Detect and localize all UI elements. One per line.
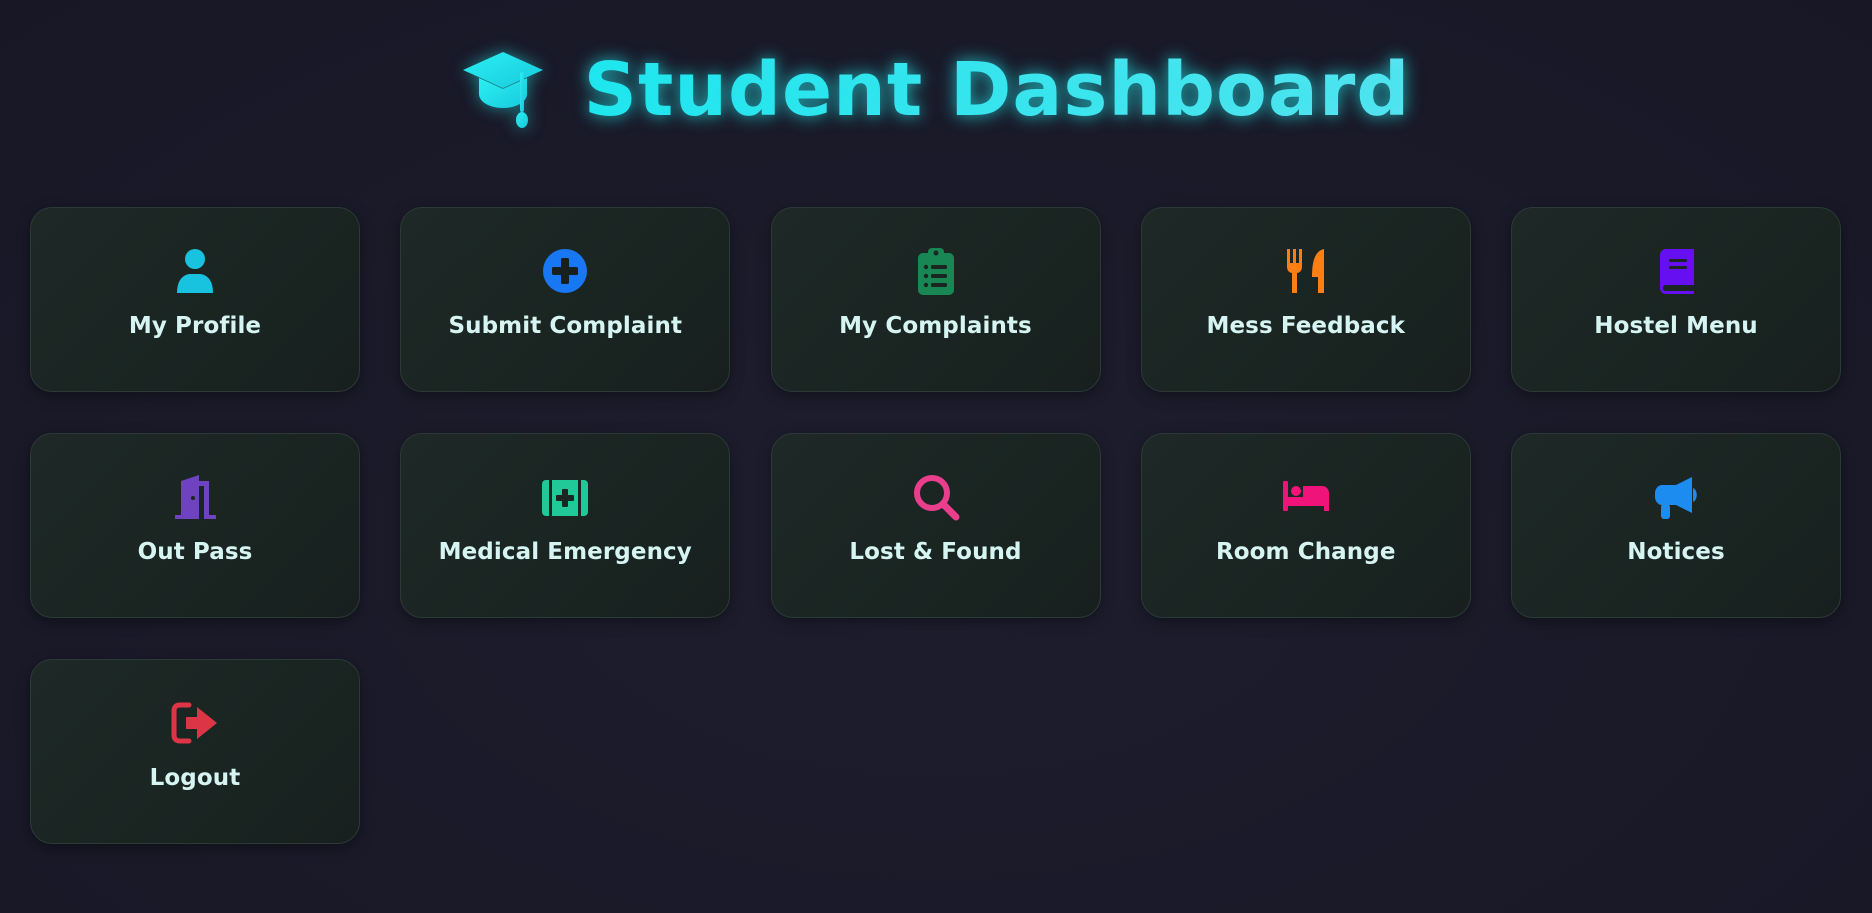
card-mess-feedback[interactable]: Mess Feedback [1140,207,1471,392]
page-title: Student Dashboard [583,47,1411,133]
sign-out-icon [170,698,220,748]
card-label: Notices [1627,539,1725,565]
card-notices[interactable]: Notices [1511,433,1841,618]
card-label: Out Pass [137,539,253,565]
clipboard-list-icon [911,246,961,296]
card-label: Lost & Found [849,539,1022,565]
card-logout[interactable]: Logout [30,659,360,844]
card-room-change[interactable]: Room Change [1140,433,1471,618]
user-icon [170,246,220,296]
card-label: Mess Feedback [1206,313,1406,339]
bed-icon [1281,472,1331,522]
card-lost-and-found[interactable]: Lost & Found [770,433,1101,618]
card-label: Logout [149,765,241,791]
bullhorn-icon [1651,472,1701,522]
card-label: Hostel Menu [1594,313,1758,339]
card-out-pass[interactable]: Out Pass [30,433,360,618]
page-header: Student Dashboard [0,40,1872,140]
book-icon [1651,246,1701,296]
card-label: Submit Complaint [448,313,683,339]
dashboard-grid: My Profile Submit Complaint My Complaint… [30,207,1841,844]
card-submit-complaint[interactable]: Submit Complaint [400,207,731,392]
card-my-complaints[interactable]: My Complaints [770,207,1101,392]
search-icon [911,472,961,522]
card-my-profile[interactable]: My Profile [30,207,360,392]
card-label: Medical Emergency [438,539,692,565]
card-label: My Profile [128,313,262,339]
graduation-cap-icon [462,52,543,128]
medkit-icon [540,472,590,522]
card-label: My Complaints [839,313,1032,339]
card-label: Room Change [1215,539,1396,565]
card-medical-emergency[interactable]: Medical Emergency [400,433,731,618]
plus-circle-icon [540,246,590,296]
door-open-icon [170,472,220,522]
card-hostel-menu[interactable]: Hostel Menu [1511,207,1841,392]
utensils-icon [1281,246,1331,296]
